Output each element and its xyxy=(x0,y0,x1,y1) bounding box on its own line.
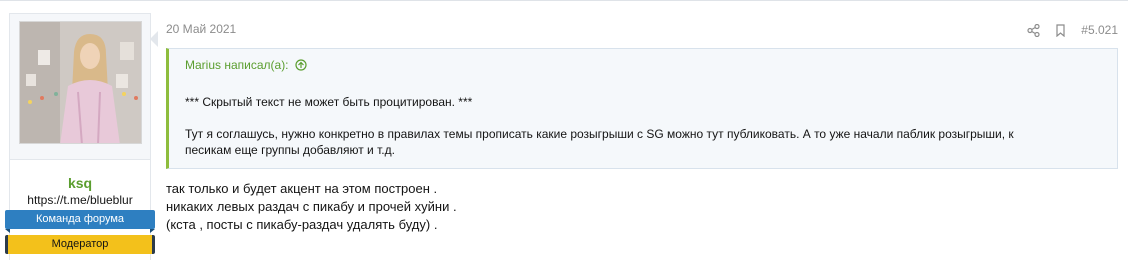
user-info: ksq https://t.me/blueblur Команда форума… xyxy=(5,159,155,260)
user-title: https://t.me/blueblur xyxy=(27,193,133,207)
username[interactable]: ksq xyxy=(10,175,150,191)
forum-post: ksq https://t.me/blueblur Команда форума… xyxy=(0,0,1128,260)
message-line: так только и будет акцент на этом постро… xyxy=(166,181,438,196)
team-banner: Команда форума xyxy=(5,210,155,233)
avatar[interactable] xyxy=(19,21,142,144)
post-date[interactable]: 20 Май 2021 xyxy=(166,22,236,36)
quote-body: *** Скрытый текст не может быть процитир… xyxy=(185,94,1105,158)
user-cell: ksq https://t.me/blueblur Команда форума… xyxy=(5,13,155,260)
message-line: никаких левых раздач с пикабу и прочей х… xyxy=(166,199,457,214)
bookmark-icon[interactable] xyxy=(1054,23,1067,37)
post-number[interactable]: #5.021 xyxy=(1081,23,1118,37)
arrow-up-circle-icon[interactable] xyxy=(294,59,307,71)
share-icon[interactable] xyxy=(1027,23,1040,37)
user-arrow xyxy=(150,31,158,47)
quote-author[interactable]: Marius написал(а): xyxy=(185,58,289,72)
quote-hidden-text: *** Скрытый текст не может быть процитир… xyxy=(185,95,473,109)
quote-block: Marius написал(а): *** Скрытый текст не … xyxy=(166,48,1118,169)
quote-line: песикам еще группы добавляют и т.д. xyxy=(185,143,395,157)
message-line: (кста , посты с пикабу-раздач удалять бу… xyxy=(166,217,438,232)
avatar-image xyxy=(20,22,141,143)
quote-header[interactable]: Marius написал(а): xyxy=(185,58,307,72)
moderator-banner: Модератор xyxy=(5,235,155,254)
post-actions: #5.021 xyxy=(1027,23,1118,37)
quote-line: Тут я соглашусь, нужно конкретно в прави… xyxy=(185,127,1014,141)
message-body: так только и будет акцент на этом постро… xyxy=(166,180,457,234)
